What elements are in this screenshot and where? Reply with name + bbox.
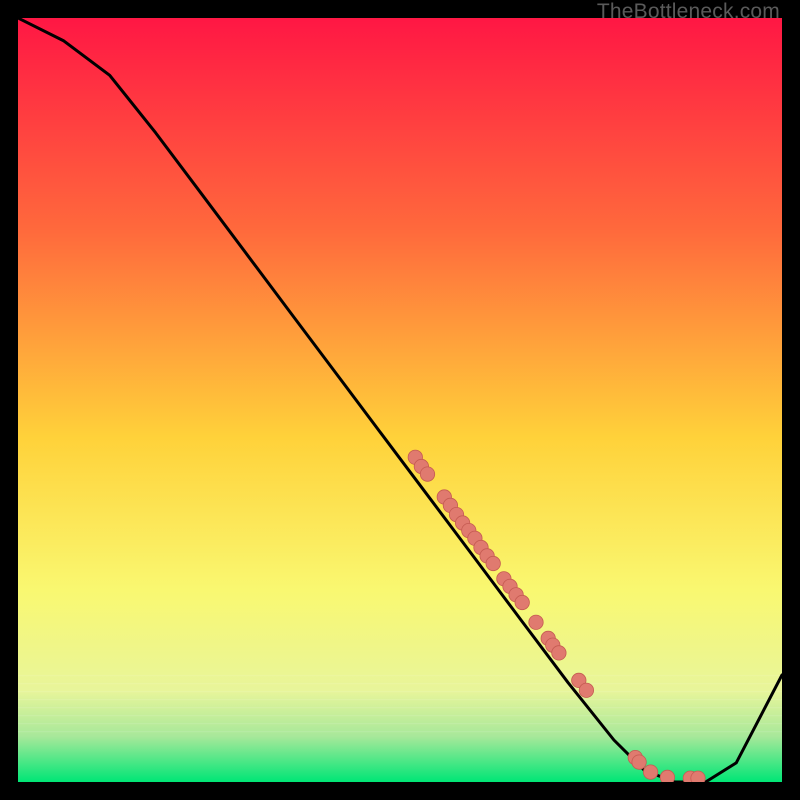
data-marker	[529, 615, 543, 629]
data-marker	[643, 765, 657, 779]
data-marker	[691, 771, 705, 782]
data-marker	[632, 755, 646, 769]
data-marker	[486, 556, 500, 570]
data-marker	[420, 467, 434, 481]
data-marker	[515, 595, 529, 609]
data-marker	[579, 683, 593, 697]
chart-plot	[18, 18, 782, 782]
data-marker	[660, 770, 674, 782]
chart-stage: TheBottleneck.com	[0, 0, 800, 800]
data-marker	[552, 646, 566, 660]
chart-svg	[18, 18, 782, 782]
